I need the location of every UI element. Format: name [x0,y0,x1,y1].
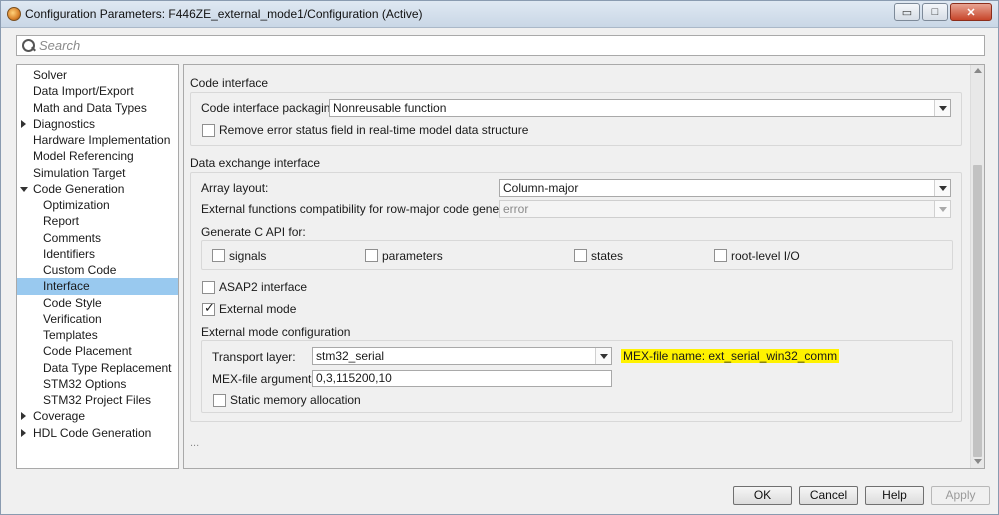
tree-item-simulation-target[interactable]: Simulation Target [17,165,178,181]
settings-content-panel: Code interface Code interface packaging:… [183,64,985,469]
static-memory-checkbox[interactable] [213,394,226,407]
tree-item-optimization[interactable]: Optimization [17,197,178,213]
ext-funcs-dropdown[interactable]: error [499,200,951,218]
config-dialog-window: Configuration Parameters: F446ZE_externa… [0,0,999,515]
c-api-rootio-label: root-level I/O [731,249,800,263]
ok-button[interactable]: OK [733,486,792,505]
tree-item-identifiers[interactable]: Identifiers [17,246,178,262]
tree-item-custom-code[interactable]: Custom Code [17,262,178,278]
window-controls: ▭ □ ✕ [894,3,992,21]
tree-item-hardware-implementation[interactable]: Hardware Implementation [17,132,178,148]
tree-item-stm32-project-files[interactable]: STM32 Project Files [17,392,178,408]
tree-item-math-data-types[interactable]: Math and Data Types [17,100,178,116]
chevron-down-icon[interactable] [934,201,950,217]
code-interface-group: Code interface packaging: Nonreusable fu… [190,92,962,146]
tree-item-diagnostics[interactable]: Diagnostics [17,116,178,132]
c-api-states-label: states [591,249,624,263]
chevron-down-icon[interactable] [934,180,950,196]
help-button[interactable]: Help [865,486,924,505]
tree-item-report[interactable]: Report [17,213,178,229]
array-layout-dropdown[interactable]: Column-major [499,179,951,197]
search-input[interactable] [39,38,984,53]
chevron-down-icon[interactable] [934,100,950,116]
tree-item-interface[interactable]: Interface [17,278,178,295]
title-bar[interactable]: Configuration Parameters: F446ZE_externa… [1,1,998,28]
apply-button[interactable]: Apply [931,486,990,505]
c-api-parameters-checkbox[interactable] [365,249,378,262]
window-title: Configuration Parameters: F446ZE_externa… [25,7,423,21]
mex-file-name-text: MEX-file name: ext_serial_win32_comm [621,349,840,363]
c-api-label: Generate C API for: [201,225,306,239]
c-api-rootio-checkbox[interactable] [714,249,727,262]
ext-mode-config-group: Transport layer: stm32_serial MEX-file n… [201,340,953,413]
ext-funcs-label: External functions compatibility for row… [201,202,533,216]
ext-funcs-value: error [503,202,529,216]
cancel-button[interactable]: Cancel [799,486,858,505]
collapsed-arrow-icon[interactable] [21,119,26,128]
category-tree: Solver Data Import/Export Math and Data … [16,64,179,469]
tree-item-hdl-code-generation[interactable]: HDL Code Generation [17,425,178,441]
c-api-signals-label: signals [229,249,267,263]
tree-item-code-style[interactable]: Code Style [17,295,178,311]
collapsed-arrow-icon[interactable] [21,428,26,437]
data-exchange-title: Data exchange interface [190,156,321,170]
array-layout-label: Array layout: [201,181,269,195]
scrollbar-thumb[interactable] [973,165,982,457]
packaging-dropdown[interactable]: Nonreusable function [329,99,951,117]
packaging-label: Code interface packaging: [201,101,341,115]
tree-item-comments[interactable]: Comments [17,230,178,246]
static-memory-label: Static memory allocation [230,393,361,407]
array-layout-value: Column-major [503,181,579,195]
tree-item-verification[interactable]: Verification [17,311,178,327]
tree-item-coverage[interactable]: Coverage [17,408,178,424]
chevron-down-icon[interactable] [595,348,611,364]
data-exchange-group: Array layout: Column-major External func… [190,172,962,422]
c-api-parameters-label: parameters [382,249,443,263]
tree-item-model-referencing[interactable]: Model Referencing [17,148,178,164]
transport-layer-dropdown[interactable]: stm32_serial [312,347,612,365]
minimize-button[interactable]: ▭ [894,3,920,21]
remove-error-label: Remove error status field in real-time m… [219,123,529,137]
c-api-signals-checkbox[interactable] [212,249,225,262]
tree-item-solver[interactable]: Solver [17,67,178,83]
external-mode-checkbox[interactable] [202,301,215,316]
tree-item-code-generation[interactable]: Code Generation [17,181,178,197]
maximize-button[interactable]: □ [922,3,948,21]
mex-args-input[interactable]: 0,3,115200,10 [312,370,612,387]
scroll-up-arrow-icon[interactable] [974,68,982,73]
tree-item-code-placement[interactable]: Code Placement [17,343,178,359]
expanded-arrow-icon[interactable] [20,186,28,192]
c-api-states-checkbox[interactable] [574,249,587,262]
tree-item-data-type-replacement[interactable]: Data Type Replacement [17,360,178,376]
transport-layer-label: Transport layer: [212,350,296,364]
matlab-app-icon [7,7,21,21]
vertical-scrollbar[interactable] [970,65,984,468]
asap2-checkbox[interactable] [202,281,215,294]
packaging-value: Nonreusable function [333,101,447,115]
close-button[interactable]: ✕ [950,3,992,21]
code-interface-title: Code interface [190,76,269,90]
search-icon [19,37,39,55]
search-box[interactable] [16,35,985,56]
c-api-group: signals parameters states root-level I/O [201,240,953,270]
remove-error-checkbox[interactable] [202,124,215,137]
tree-item-data-import-export[interactable]: Data Import/Export [17,83,178,99]
asap2-label: ASAP2 interface [219,280,308,294]
tree-item-templates[interactable]: Templates [17,327,178,343]
tree-item-stm32-options[interactable]: STM32 Options [17,376,178,392]
more-ellipsis: ... [190,437,200,449]
transport-layer-value: stm32_serial [316,349,385,363]
collapsed-arrow-icon[interactable] [21,412,26,421]
external-mode-label: External mode [219,302,297,316]
ext-mode-config-title: External mode configuration [201,325,351,339]
mex-args-label: MEX-file arguments: [212,372,321,386]
scroll-down-arrow-icon[interactable] [974,459,982,464]
